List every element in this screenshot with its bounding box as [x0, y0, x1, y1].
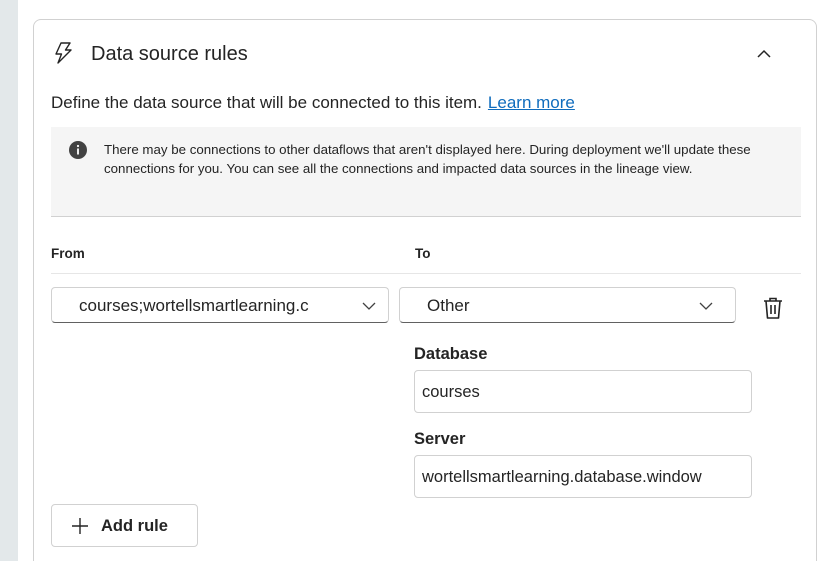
delete-rule-trash-icon[interactable]: [759, 294, 787, 322]
card-description: Define the data source that will be conn…: [51, 93, 575, 113]
description-text: Define the data source that will be conn…: [51, 93, 482, 112]
data-source-rules-card: Data source rules Define the data source…: [33, 19, 817, 561]
add-rule-button[interactable]: Add rule: [51, 504, 198, 547]
from-dropdown-value: courses;wortellsmartlearning.c: [79, 296, 309, 315]
info-message-text: There may be connections to other datafl…: [104, 142, 751, 176]
from-dropdown[interactable]: courses;wortellsmartlearning.c: [51, 287, 389, 323]
chevron-down-icon: [699, 302, 713, 310]
lightning-bolt-icon: [55, 42, 72, 64]
plus-icon: [72, 518, 88, 534]
card-title: Data source rules: [91, 43, 248, 65]
info-message-bar: There may be connections to other datafl…: [51, 127, 801, 217]
database-label: Database: [414, 345, 488, 363]
server-label: Server: [414, 430, 466, 448]
to-dropdown[interactable]: Other: [399, 287, 736, 323]
from-column-header: From: [51, 246, 85, 261]
learn-more-link[interactable]: Learn more: [488, 93, 575, 112]
card-header[interactable]: Data source rules: [34, 20, 816, 90]
database-input[interactable]: courses: [414, 370, 752, 413]
add-rule-label: Add rule: [101, 517, 168, 535]
chevron-up-icon: [757, 49, 771, 58]
server-input[interactable]: wortellsmartlearning.database.window: [414, 455, 752, 498]
info-icon: [69, 141, 87, 159]
collapse-button[interactable]: [748, 38, 780, 70]
to-dropdown-value: Other: [427, 296, 470, 315]
database-input-value: courses: [422, 383, 480, 401]
settings-panel: Data source rules Define the data source…: [18, 0, 823, 561]
chevron-down-icon: [362, 302, 376, 310]
to-column-header: To: [415, 246, 431, 261]
server-input-value: wortellsmartlearning.database.window: [422, 468, 702, 486]
column-divider: [51, 273, 801, 274]
